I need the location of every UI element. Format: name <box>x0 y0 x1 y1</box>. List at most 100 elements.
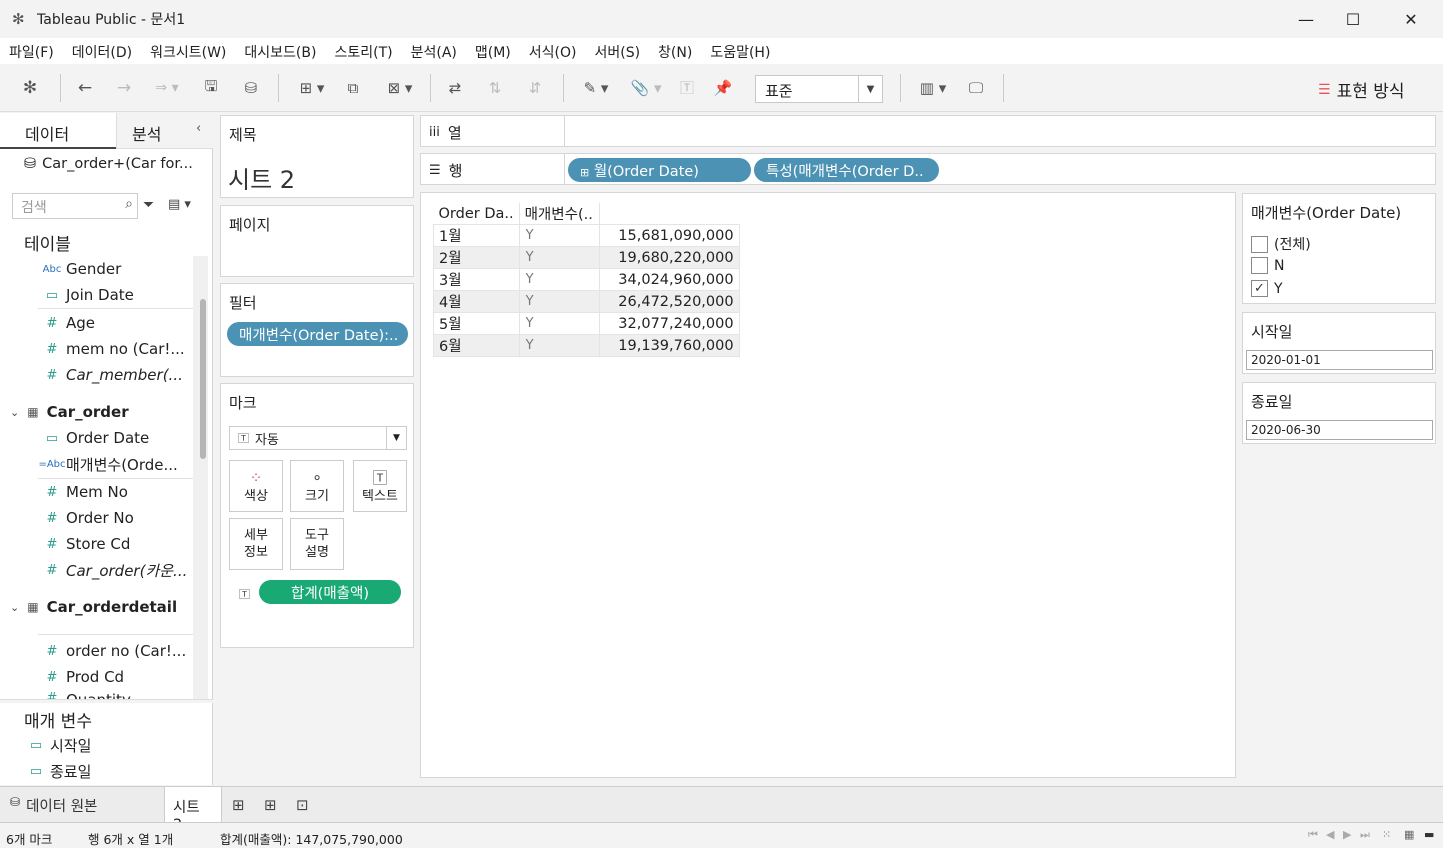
datasource-item[interactable]: ⛁ Car_order+(Car for... <box>24 156 193 172</box>
field-prod-cd[interactable]: # Prod Cd <box>38 665 193 689</box>
table-car-order[interactable]: ⌄ ▦ Car_order <box>10 403 129 421</box>
row-header-param[interactable]: Y <box>518 312 600 335</box>
color-button[interactable]: ⁘ 색상 <box>229 460 283 512</box>
size-button[interactable]: ⚬ 크기 <box>290 460 344 512</box>
field-store-cd[interactable]: # Store Cd <box>38 532 193 556</box>
minimize-button[interactable]: — <box>1283 4 1329 34</box>
new-dashboard-icon[interactable]: ⊞ <box>264 796 277 814</box>
checkbox-checked[interactable]: ✓ <box>1251 280 1268 297</box>
field-mem-no[interactable]: # mem no (Car!... <box>38 337 193 361</box>
filters-card[interactable]: 필터 매개변수(Order Date):.. <box>220 283 414 377</box>
columns-shelf[interactable]: iii 열 <box>420 115 1436 147</box>
save-icon[interactable]: 🖫 <box>200 76 222 100</box>
menu-dashboard[interactable]: 대시보드(B) <box>235 38 325 64</box>
mark-type-select[interactable]: 🅃 자동 ▼ <box>229 426 407 450</box>
grid-view-icon[interactable]: ⁙ <box>1382 828 1391 841</box>
field-car-order-count[interactable]: # Car_order(카운... <box>38 558 193 582</box>
scrollbar-thumb[interactable] <box>200 299 206 459</box>
duplicate-sheet-icon[interactable]: ⧉ <box>342 76 364 100</box>
detail-button[interactable]: 세부 정보 <box>229 518 283 570</box>
new-worksheet-icon[interactable]: ⊞ <box>232 796 245 814</box>
new-worksheet-icon[interactable]: ⊞ ▾ <box>292 76 332 100</box>
menu-file[interactable]: 파일(F) <box>0 38 63 64</box>
field-car-member-count[interactable]: # Car_member(... <box>38 363 193 387</box>
replay-icon[interactable]: ⇒ ▾ <box>150 76 184 100</box>
undo-icon[interactable]: ← <box>74 76 96 100</box>
filter-option-y[interactable]: ✓ Y <box>1251 280 1283 297</box>
presentation-mode-icon[interactable]: 🖵 <box>965 76 987 100</box>
filter-option-n[interactable]: N <box>1251 257 1284 274</box>
row-header-month[interactable]: 4월 <box>433 290 520 313</box>
table-row[interactable]: 5월 Y 32,077,240,000 <box>433 312 740 335</box>
menu-story[interactable]: 스토리(T) <box>325 38 401 64</box>
tab-data[interactable]: 데이터 <box>0 113 116 149</box>
field-order-date[interactable]: ▭ Order Date <box>38 426 193 450</box>
table-car-orderdetail[interactable]: ⌄ ▦ Car_orderdetail <box>10 598 177 616</box>
text-button[interactable]: 🅃 텍스트 <box>353 460 407 512</box>
pin-icon[interactable]: 📌 <box>712 76 734 100</box>
table-row[interactable]: 6월 Y 19,139,760,000 <box>433 334 740 357</box>
next-tab-icon[interactable]: ▶ <box>1343 828 1351 841</box>
redo-icon[interactable]: → <box>113 76 135 100</box>
collapse-pane-icon[interactable]: ‹ <box>196 121 201 136</box>
maximize-button[interactable]: ☐ <box>1330 4 1376 34</box>
checkbox[interactable] <box>1251 257 1268 274</box>
table-row[interactable]: 4월 Y 26,472,520,000 <box>433 290 740 313</box>
tooltip-button[interactable]: 도구 설명 <box>290 518 344 570</box>
tab-datasource[interactable]: ⛁ 데이터 원본 <box>10 795 97 816</box>
tabs-view-icon[interactable]: ▬ <box>1424 828 1434 841</box>
pane-divider[interactable] <box>0 699 213 703</box>
field-param-order-date[interactable]: =Abc 매개변수(Orde... <box>38 452 193 476</box>
sort-ascending-icon[interactable]: ⇅ <box>484 76 506 100</box>
rows-shelf[interactable]: ☰ 행 ⊞ 월(Order Date) 특성(매개변수(Order D.. <box>420 153 1436 185</box>
row-pill-month[interactable]: ⊞ 월(Order Date) <box>568 158 751 182</box>
last-tab-icon[interactable]: ⏭ <box>1360 828 1370 842</box>
field-gender[interactable]: Abc Gender <box>38 257 193 281</box>
filter-icon[interactable]: ⏷ <box>143 197 154 213</box>
field-order-no-detail[interactable]: # order no (Car!... <box>38 639 193 663</box>
sheet-title[interactable]: 시트 2 <box>228 160 295 195</box>
cell-sales-value[interactable]: 19,680,220,000 <box>598 246 740 269</box>
menu-data[interactable]: 데이터(D) <box>63 38 141 64</box>
menu-worksheet[interactable]: 워크시트(W) <box>141 38 235 64</box>
new-datasource-icon[interactable]: ⛁ <box>240 76 262 100</box>
table-row[interactable]: 1월 Y 15,681,090,000 <box>433 224 740 247</box>
fit-select[interactable]: 표준 ▼ <box>755 75 883 103</box>
menu-analysis[interactable]: 분석(A) <box>402 38 466 64</box>
table-row[interactable]: 2월 Y 19,680,220,000 <box>433 246 740 269</box>
cell-sales-value[interactable]: 19,139,760,000 <box>598 334 740 357</box>
group-members-icon[interactable]: 📎 ▾ <box>626 76 666 100</box>
menu-format[interactable]: 서식(O) <box>520 38 586 64</box>
search-input[interactable]: 검색 ⌕ <box>12 193 138 219</box>
filter-pill-param[interactable]: 매개변수(Order Date):.. <box>227 322 408 346</box>
row-header-param[interactable]: Y <box>518 334 600 357</box>
cell-sales-value[interactable]: 15,681,090,000 <box>598 224 740 247</box>
clear-sheet-icon[interactable]: ⊠ ▾ <box>380 76 420 100</box>
header-order-date[interactable]: Order Da.. <box>433 203 520 225</box>
new-story-icon[interactable]: ⊡ <box>296 796 309 814</box>
filter-option-all[interactable]: (전체) <box>1251 234 1311 254</box>
table-row[interactable]: 3월 Y 34,024,960,000 <box>433 268 740 291</box>
pages-card[interactable]: 페이지 <box>220 205 414 277</box>
menu-server[interactable]: 서버(S) <box>585 38 649 64</box>
sort-descending-icon[interactable]: ⇵ <box>524 76 546 100</box>
row-header-param[interactable]: Y <box>518 268 600 291</box>
row-header-month[interactable]: 3월 <box>433 268 520 291</box>
first-tab-icon[interactable]: ⏮ <box>1308 828 1318 842</box>
tableau-home-icon[interactable]: ✻ <box>18 76 42 100</box>
row-header-month[interactable]: 2월 <box>433 246 520 269</box>
highlight-icon[interactable]: ✎ ▾ <box>578 76 614 100</box>
end-date-input[interactable]: 2020-06-30 <box>1246 420 1433 440</box>
header-param[interactable]: 매개변수(.. <box>519 203 600 225</box>
menu-help[interactable]: 도움말(H) <box>701 38 779 64</box>
param-start-date[interactable]: ▭ 시작일 <box>22 733 177 757</box>
checkbox[interactable] <box>1251 235 1268 253</box>
row-header-month[interactable]: 5월 <box>433 312 520 335</box>
param-end-date[interactable]: ▭ 종료일 <box>22 759 177 783</box>
filmstrip-view-icon[interactable]: ▦ <box>1404 828 1414 841</box>
field-order-no[interactable]: # Order No <box>38 506 193 530</box>
cell-sales-value[interactable]: 32,077,240,000 <box>598 312 740 335</box>
row-header-month[interactable]: 6월 <box>433 334 520 357</box>
show-me-button[interactable]: ☰ 표현 방식 <box>1318 77 1405 103</box>
row-header-month[interactable]: 1월 <box>433 224 520 247</box>
